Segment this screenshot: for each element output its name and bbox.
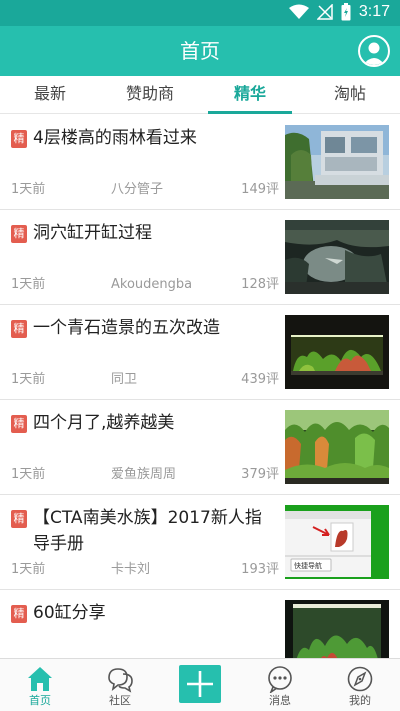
nav-messages[interactable]: 消息 <box>240 659 320 711</box>
tab-collections[interactable]: 淘帖 <box>300 76 400 113</box>
post-list: 精 4层楼高的雨林看过来 1天前 八分管子 149评 精 洞穴缸开缸过程 1天前… <box>0 115 400 658</box>
post-thumbnail <box>285 600 389 658</box>
post-title: 4层楼高的雨林看过来 <box>33 128 197 148</box>
nav-profile[interactable]: 我的 <box>320 659 400 711</box>
nav-community[interactable]: 社区 <box>80 659 160 711</box>
post-thumbnail <box>285 220 389 294</box>
nav-home[interactable]: 首页 <box>0 659 80 711</box>
avatar[interactable] <box>358 35 390 67</box>
signal-icon <box>316 4 333 20</box>
featured-badge: 精 <box>11 320 27 338</box>
comment-count: 193评 <box>241 562 279 577</box>
post-title: 一个青石造景的五次改造 <box>33 318 220 338</box>
post-time: 1天前 <box>11 372 46 387</box>
post-time: 1天前 <box>11 277 46 292</box>
featured-badge: 精 <box>11 510 27 528</box>
plus-icon <box>187 671 213 697</box>
featured-badge: 精 <box>11 225 27 243</box>
page-title: 首页 <box>180 39 220 63</box>
featured-badge: 精 <box>11 415 27 433</box>
category-tabs: 最新 赞助商 精华 淘帖 <box>0 76 400 114</box>
post-title: 【CTA南美水族】2017新人指导手册 <box>33 508 262 554</box>
list-item[interactable]: 精 60缸分享 <box>0 590 400 658</box>
battery-icon <box>341 3 351 21</box>
nav-new-post[interactable] <box>160 659 240 711</box>
post-time: 1天前 <box>11 467 46 482</box>
wifi-icon <box>288 4 309 19</box>
list-item[interactable]: 精 【CTA南美水族】2017新人指导手册 1天前 卡卡刘 193评 快捷导航 <box>0 495 400 590</box>
tab-featured[interactable]: 精华 <box>200 76 300 114</box>
comment-count: 128评 <box>241 277 279 292</box>
tab-latest[interactable]: 最新 <box>0 76 100 113</box>
post-author[interactable]: 爱鱼族周周 <box>111 463 176 482</box>
post-time: 1天前 <box>11 182 46 197</box>
thumbnail-caption: 快捷导航 <box>294 561 322 570</box>
nav-label: 消息 <box>269 694 291 707</box>
list-item[interactable]: 精 4层楼高的雨林看过来 1天前 八分管子 149评 <box>0 115 400 210</box>
post-author[interactable]: 同卫 <box>111 368 137 387</box>
status-bar: 3:17 <box>0 0 400 26</box>
featured-badge: 精 <box>11 130 27 148</box>
app-bar: 首页 <box>0 26 400 76</box>
status-icons: 3:17 <box>288 3 390 21</box>
post-author[interactable]: Akoudengba <box>111 277 192 292</box>
post-author[interactable]: 卡卡刘 <box>111 558 150 577</box>
compass-icon <box>347 666 373 692</box>
post-title: 60缸分享 <box>33 603 106 623</box>
bottom-nav: 首页 社区 消息 我的 <box>0 658 400 711</box>
chat-bubbles-icon <box>108 668 133 693</box>
clock: 3:17 <box>358 3 390 20</box>
post-title: 洞穴缸开缸过程 <box>33 223 152 243</box>
post-thumbnail: 快捷导航 <box>285 505 389 579</box>
message-icon <box>268 666 292 693</box>
post-title: 四个月了,越养越美 <box>33 413 175 433</box>
home-icon <box>28 667 52 691</box>
nav-label: 社区 <box>109 694 131 707</box>
new-post-button[interactable] <box>179 665 221 703</box>
user-icon <box>363 42 385 65</box>
nav-label: 首页 <box>29 694 51 707</box>
comment-count: 149评 <box>241 182 279 197</box>
nav-label: 我的 <box>349 694 371 707</box>
comment-count: 439评 <box>241 372 279 387</box>
comment-count: 379评 <box>241 467 279 482</box>
post-time: 1天前 <box>11 562 46 577</box>
featured-badge: 精 <box>11 605 27 623</box>
post-author[interactable]: 八分管子 <box>111 178 163 197</box>
list-item[interactable]: 精 洞穴缸开缸过程 1天前 Akoudengba 128评 <box>0 210 400 305</box>
tab-sponsors[interactable]: 赞助商 <box>100 76 200 113</box>
post-thumbnail <box>285 410 389 484</box>
list-item[interactable]: 精 四个月了,越养越美 1天前 爱鱼族周周 379评 <box>0 400 400 495</box>
post-thumbnail <box>285 315 389 389</box>
post-thumbnail <box>285 125 389 199</box>
list-item[interactable]: 精 一个青石造景的五次改造 1天前 同卫 439评 <box>0 305 400 400</box>
